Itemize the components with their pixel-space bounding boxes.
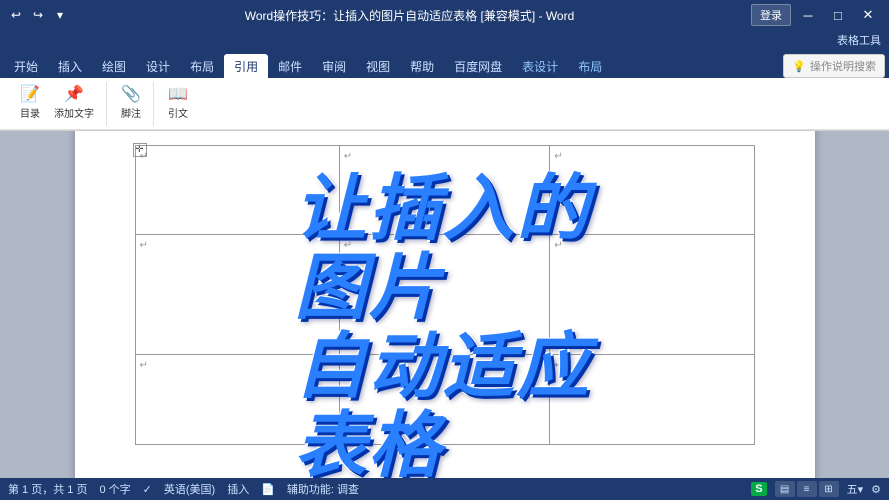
- footnote-icon: 📎: [121, 87, 141, 103]
- cmd-placeholder-2[interactable]: 📌 添加文字: [48, 84, 100, 124]
- status-bar-right: S ▤ ≡ ⊞ 五▾ ⚙: [751, 481, 881, 497]
- return-arrow: ↵: [140, 240, 148, 251]
- help-search-label: 操作说明搜索: [810, 58, 876, 74]
- table-cell[interactable]: ↵: [339, 145, 549, 235]
- ribbon-group-1: 📝 目录 📌 添加文字: [8, 82, 107, 126]
- language[interactable]: 英语(美国): [164, 481, 215, 497]
- return-arrow: ↵: [344, 240, 352, 251]
- accessibility[interactable]: 辅助功能: 调查: [287, 481, 359, 497]
- tab-review[interactable]: 审阅: [312, 54, 356, 78]
- page-count: 第 1 页，共 1 页: [8, 481, 87, 497]
- tab-view[interactable]: 视图: [356, 54, 400, 78]
- title-bar-right: 登录 ─ □ ✕: [751, 4, 881, 26]
- word-count: 0 个字: [99, 481, 130, 497]
- table-cell[interactable]: ↵: [135, 235, 339, 355]
- cmd-placeholder-1[interactable]: 📝 目录: [14, 84, 46, 124]
- return-arrow: ↵: [554, 151, 562, 162]
- title-bar-left: ↩ ↪ ▾: [8, 7, 68, 23]
- read-view-button[interactable]: ≡: [797, 481, 817, 497]
- lightbulb-icon: 💡: [792, 60, 806, 73]
- return-arrow: ↵: [554, 360, 562, 371]
- maximize-button[interactable]: □: [825, 5, 851, 25]
- login-button[interactable]: 登录: [751, 4, 791, 26]
- table-row: ↵ ↵: [135, 355, 754, 445]
- ribbon: 开始 插入 绘图 设计 布局 引用 邮件 审阅 视图 帮助 百度网盘 表设计 布…: [0, 50, 889, 131]
- status-bar: 第 1 页，共 1 页 0 个字 ✓ 英语(美国) 插入 📄 辅助功能: 调查 …: [0, 478, 889, 500]
- cmd-footnote[interactable]: 📎 脚注: [115, 84, 147, 124]
- return-arrow: ↵: [140, 151, 148, 162]
- table-cell[interactable]: [339, 355, 549, 445]
- table-row: ↵ ↵ ↵: [135, 145, 754, 235]
- tab-design[interactable]: 设计: [136, 54, 180, 78]
- minimize-button[interactable]: ─: [795, 5, 821, 25]
- title-text: Word操作技巧：让插入的图片自动适应表格 [兼容模式] - Word: [245, 7, 575, 24]
- ribbon-tabs: 开始 插入 绘图 设计 布局 引用 邮件 审阅 视图 帮助 百度网盘 表设计 布…: [0, 50, 889, 78]
- tab-mail[interactable]: 邮件: [268, 54, 312, 78]
- return-arrow: ↵: [140, 360, 148, 371]
- table-cell[interactable]: ↵: [550, 145, 754, 235]
- table-cell[interactable]: ↵: [135, 145, 339, 235]
- document-table: ↵ ↵ ↵ ↵ ↵ ↵ ↵ ↵: [135, 145, 755, 445]
- redo-icon[interactable]: ↪: [30, 7, 46, 23]
- tab-help[interactable]: 帮助: [400, 54, 444, 78]
- ribbon-group-2: 📎 脚注: [109, 82, 154, 126]
- sogou-icon[interactable]: S: [751, 482, 766, 496]
- citation-icon: 📖: [168, 87, 188, 103]
- return-arrow: ↵: [554, 240, 562, 251]
- table-cell[interactable]: ↵: [550, 235, 754, 355]
- insert-mode[interactable]: 插入: [227, 481, 249, 497]
- tab-table-design[interactable]: 表设计: [512, 54, 568, 78]
- table-cell[interactable]: ↵: [339, 235, 549, 355]
- settings-icon[interactable]: ⚙: [871, 483, 881, 496]
- title-bar: ↩ ↪ ▾ Word操作技巧：让插入的图片自动适应表格 [兼容模式] - Wor…: [0, 0, 889, 30]
- table-tools-bar: 表格工具: [0, 30, 889, 50]
- document-page: ✛ ↵ ↵ ↵ ↵ ↵ ↵ ↵ ↵: [75, 131, 815, 478]
- view-icons: ▤ ≡ ⊞: [775, 481, 839, 497]
- table-cell[interactable]: ↵: [135, 355, 339, 445]
- help-search[interactable]: 💡 操作说明搜索: [783, 54, 885, 78]
- tab-start[interactable]: 开始: [4, 54, 48, 78]
- table-tools-label: 表格工具: [837, 32, 881, 48]
- tab-draw[interactable]: 绘图: [92, 54, 136, 78]
- cmd-icon-1: 📝: [20, 87, 40, 103]
- close-button[interactable]: ✕: [855, 5, 881, 25]
- print-view-button[interactable]: ▤: [775, 481, 795, 497]
- tab-baidu[interactable]: 百度网盘: [444, 54, 512, 78]
- ribbon-commands: 📝 目录 📌 添加文字 📎 脚注 📖 引文: [0, 78, 889, 130]
- tab-table-layout[interactable]: 布局: [568, 54, 612, 78]
- zoom-level[interactable]: 五▾: [847, 481, 864, 497]
- table-row: ↵ ↵ ↵: [135, 235, 754, 355]
- undo-icon[interactable]: ↩: [8, 7, 24, 23]
- cmd-citation[interactable]: 📖 引文: [162, 84, 194, 124]
- tab-layout[interactable]: 布局: [180, 54, 224, 78]
- web-view-button[interactable]: ⊞: [819, 481, 839, 497]
- table-cell[interactable]: ↵: [550, 355, 754, 445]
- ribbon-group-3: 📖 引文: [156, 82, 200, 126]
- quick-access-icon[interactable]: ▾: [52, 7, 68, 23]
- doc-icon: 📄: [261, 483, 275, 496]
- return-arrow: ↵: [344, 151, 352, 162]
- tab-references[interactable]: 引用: [224, 54, 268, 78]
- cmd-icon-2: 📌: [64, 87, 84, 103]
- check-icon: ✓: [143, 483, 152, 496]
- tab-insert[interactable]: 插入: [48, 54, 92, 78]
- doc-area: ✛ ↵ ↵ ↵ ↵ ↵ ↵ ↵ ↵: [0, 131, 889, 478]
